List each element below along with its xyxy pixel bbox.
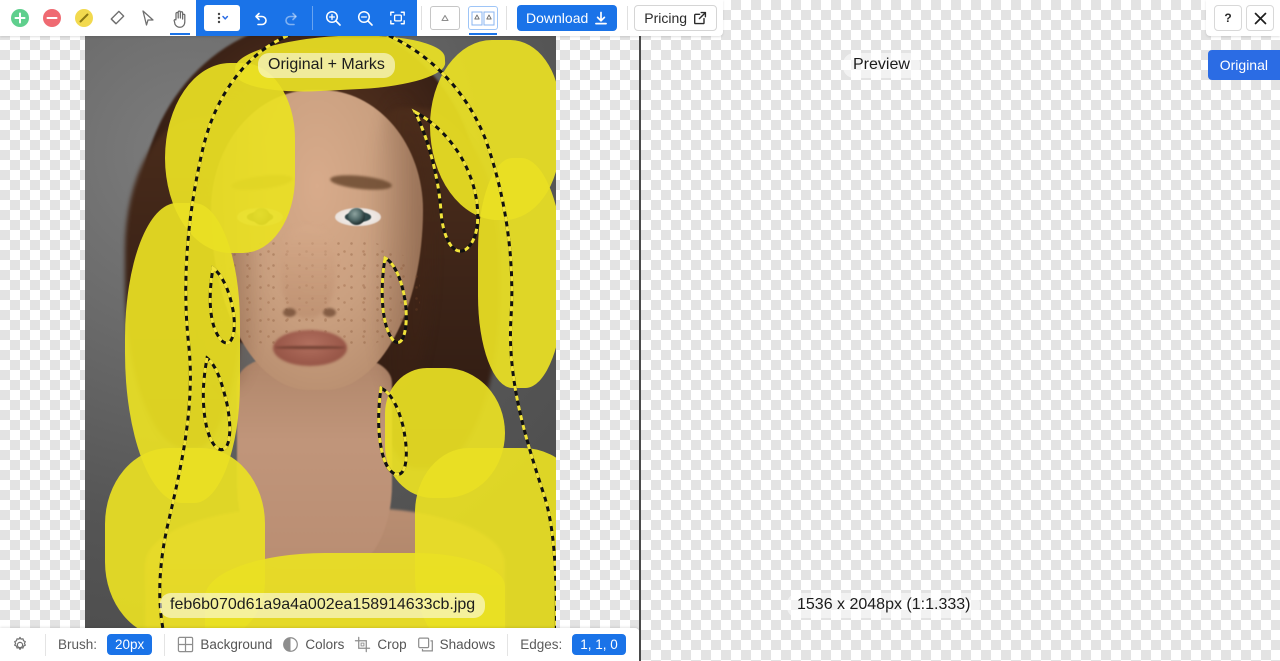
eraser-icon	[110, 10, 124, 24]
close-button[interactable]	[1246, 5, 1274, 31]
crop-button[interactable]: Crop	[349, 628, 411, 661]
brush-size-control[interactable]: Brush: 20px	[53, 628, 157, 661]
background-label: Background	[200, 637, 273, 652]
add-foreground-tool[interactable]	[6, 3, 34, 33]
window-controls: ?	[1206, 0, 1280, 36]
fit-screen-icon	[389, 11, 405, 25]
filename-caption: feb6b070d61a9a4a002ea158914633cb.jpg	[160, 593, 486, 618]
download-icon	[595, 11, 608, 24]
gear-icon	[14, 636, 26, 650]
history-zoom-group	[196, 0, 417, 36]
show-original-label: Original	[1219, 57, 1268, 73]
help-label: ?	[1224, 11, 1232, 25]
canvas-area: Original + Marks feb6b070d61a9a4a002ea15…	[0, 0, 1280, 661]
plus-circle-icon	[11, 9, 29, 27]
grid-icon	[178, 636, 194, 653]
editor-window: Original + Marks feb6b070d61a9a4a002ea15…	[0, 0, 1280, 661]
zoom-out-icon	[357, 10, 373, 26]
shadows-label: Shadows	[439, 637, 496, 652]
undo-icon	[255, 12, 267, 26]
external-link-icon	[694, 11, 707, 25]
colors-label: Colors	[305, 637, 345, 652]
dimensions-caption: 1536 x 2048px (1:1.333)	[787, 593, 981, 618]
bottom-toolbar: Brush: 20px Background Colors Crop Shado…	[0, 628, 639, 661]
preview-caption: Preview	[843, 53, 920, 78]
crop-label: Crop	[377, 637, 407, 652]
pricing-button[interactable]: Pricing	[634, 5, 718, 31]
colors-button[interactable]: Colors	[277, 628, 349, 661]
vertical-dots-icon	[217, 12, 229, 24]
download-button[interactable]: Download	[517, 5, 618, 31]
tool-options-dropdown[interactable]	[204, 5, 240, 31]
original-caption: Original + Marks	[258, 53, 395, 78]
single-view-icon	[441, 14, 449, 21]
view-mode-group	[426, 0, 502, 36]
shadows-button[interactable]: Shadows	[412, 628, 501, 661]
original-pane[interactable]: Original + Marks feb6b070d61a9a4a002ea15…	[0, 0, 640, 661]
minus-circle-icon	[43, 9, 61, 27]
cursor-icon	[142, 10, 154, 26]
remove-background-tool[interactable]	[38, 3, 66, 33]
split-view-icon	[471, 11, 495, 25]
zoom-in-icon	[325, 10, 341, 26]
redo-icon	[285, 12, 297, 26]
view-split-button[interactable]	[468, 6, 498, 35]
pan-tool[interactable]	[166, 3, 194, 35]
help-button[interactable]: ?	[1214, 5, 1242, 31]
layers-icon	[417, 637, 433, 652]
close-icon	[1254, 12, 1266, 24]
hand-icon	[173, 9, 186, 28]
crop-icon	[355, 636, 371, 653]
background-button[interactable]: Background	[172, 628, 277, 661]
brush-size-badge[interactable]: 20px	[107, 634, 153, 655]
brush-label: Brush:	[58, 637, 98, 652]
preview-pane[interactable]: ClippingMagic.com Preview 1536 x 2048px …	[641, 0, 1280, 661]
edges-control[interactable]: Edges: 1, 1, 0	[515, 628, 631, 661]
zoom-out-button[interactable]	[351, 3, 379, 33]
eraser-tool[interactable]	[102, 3, 130, 33]
zoom-in-button[interactable]	[319, 3, 347, 33]
show-original-button[interactable]: Original	[1207, 50, 1280, 80]
scalpel-icon	[75, 9, 93, 27]
settings-button[interactable]	[10, 635, 30, 655]
fit-to-screen-button[interactable]	[383, 3, 411, 33]
undo-button[interactable]	[246, 3, 274, 33]
pane-divider[interactable]	[639, 0, 641, 661]
tool-group	[0, 0, 196, 36]
brush-marks-overlay	[85, 28, 556, 656]
original-image[interactable]	[85, 28, 556, 656]
pricing-label: Pricing	[644, 10, 688, 26]
scalpel-tool[interactable]	[70, 3, 98, 33]
edges-label: Edges:	[520, 637, 563, 652]
contrast-icon	[283, 637, 299, 652]
redo-button[interactable]	[278, 3, 306, 33]
download-label: Download	[526, 10, 589, 26]
top-toolbar: Download Pricing	[0, 0, 724, 36]
view-single-button[interactable]	[430, 6, 460, 30]
pointer-tool[interactable]	[134, 3, 162, 33]
edges-badge[interactable]: 1, 1, 0	[572, 634, 626, 655]
